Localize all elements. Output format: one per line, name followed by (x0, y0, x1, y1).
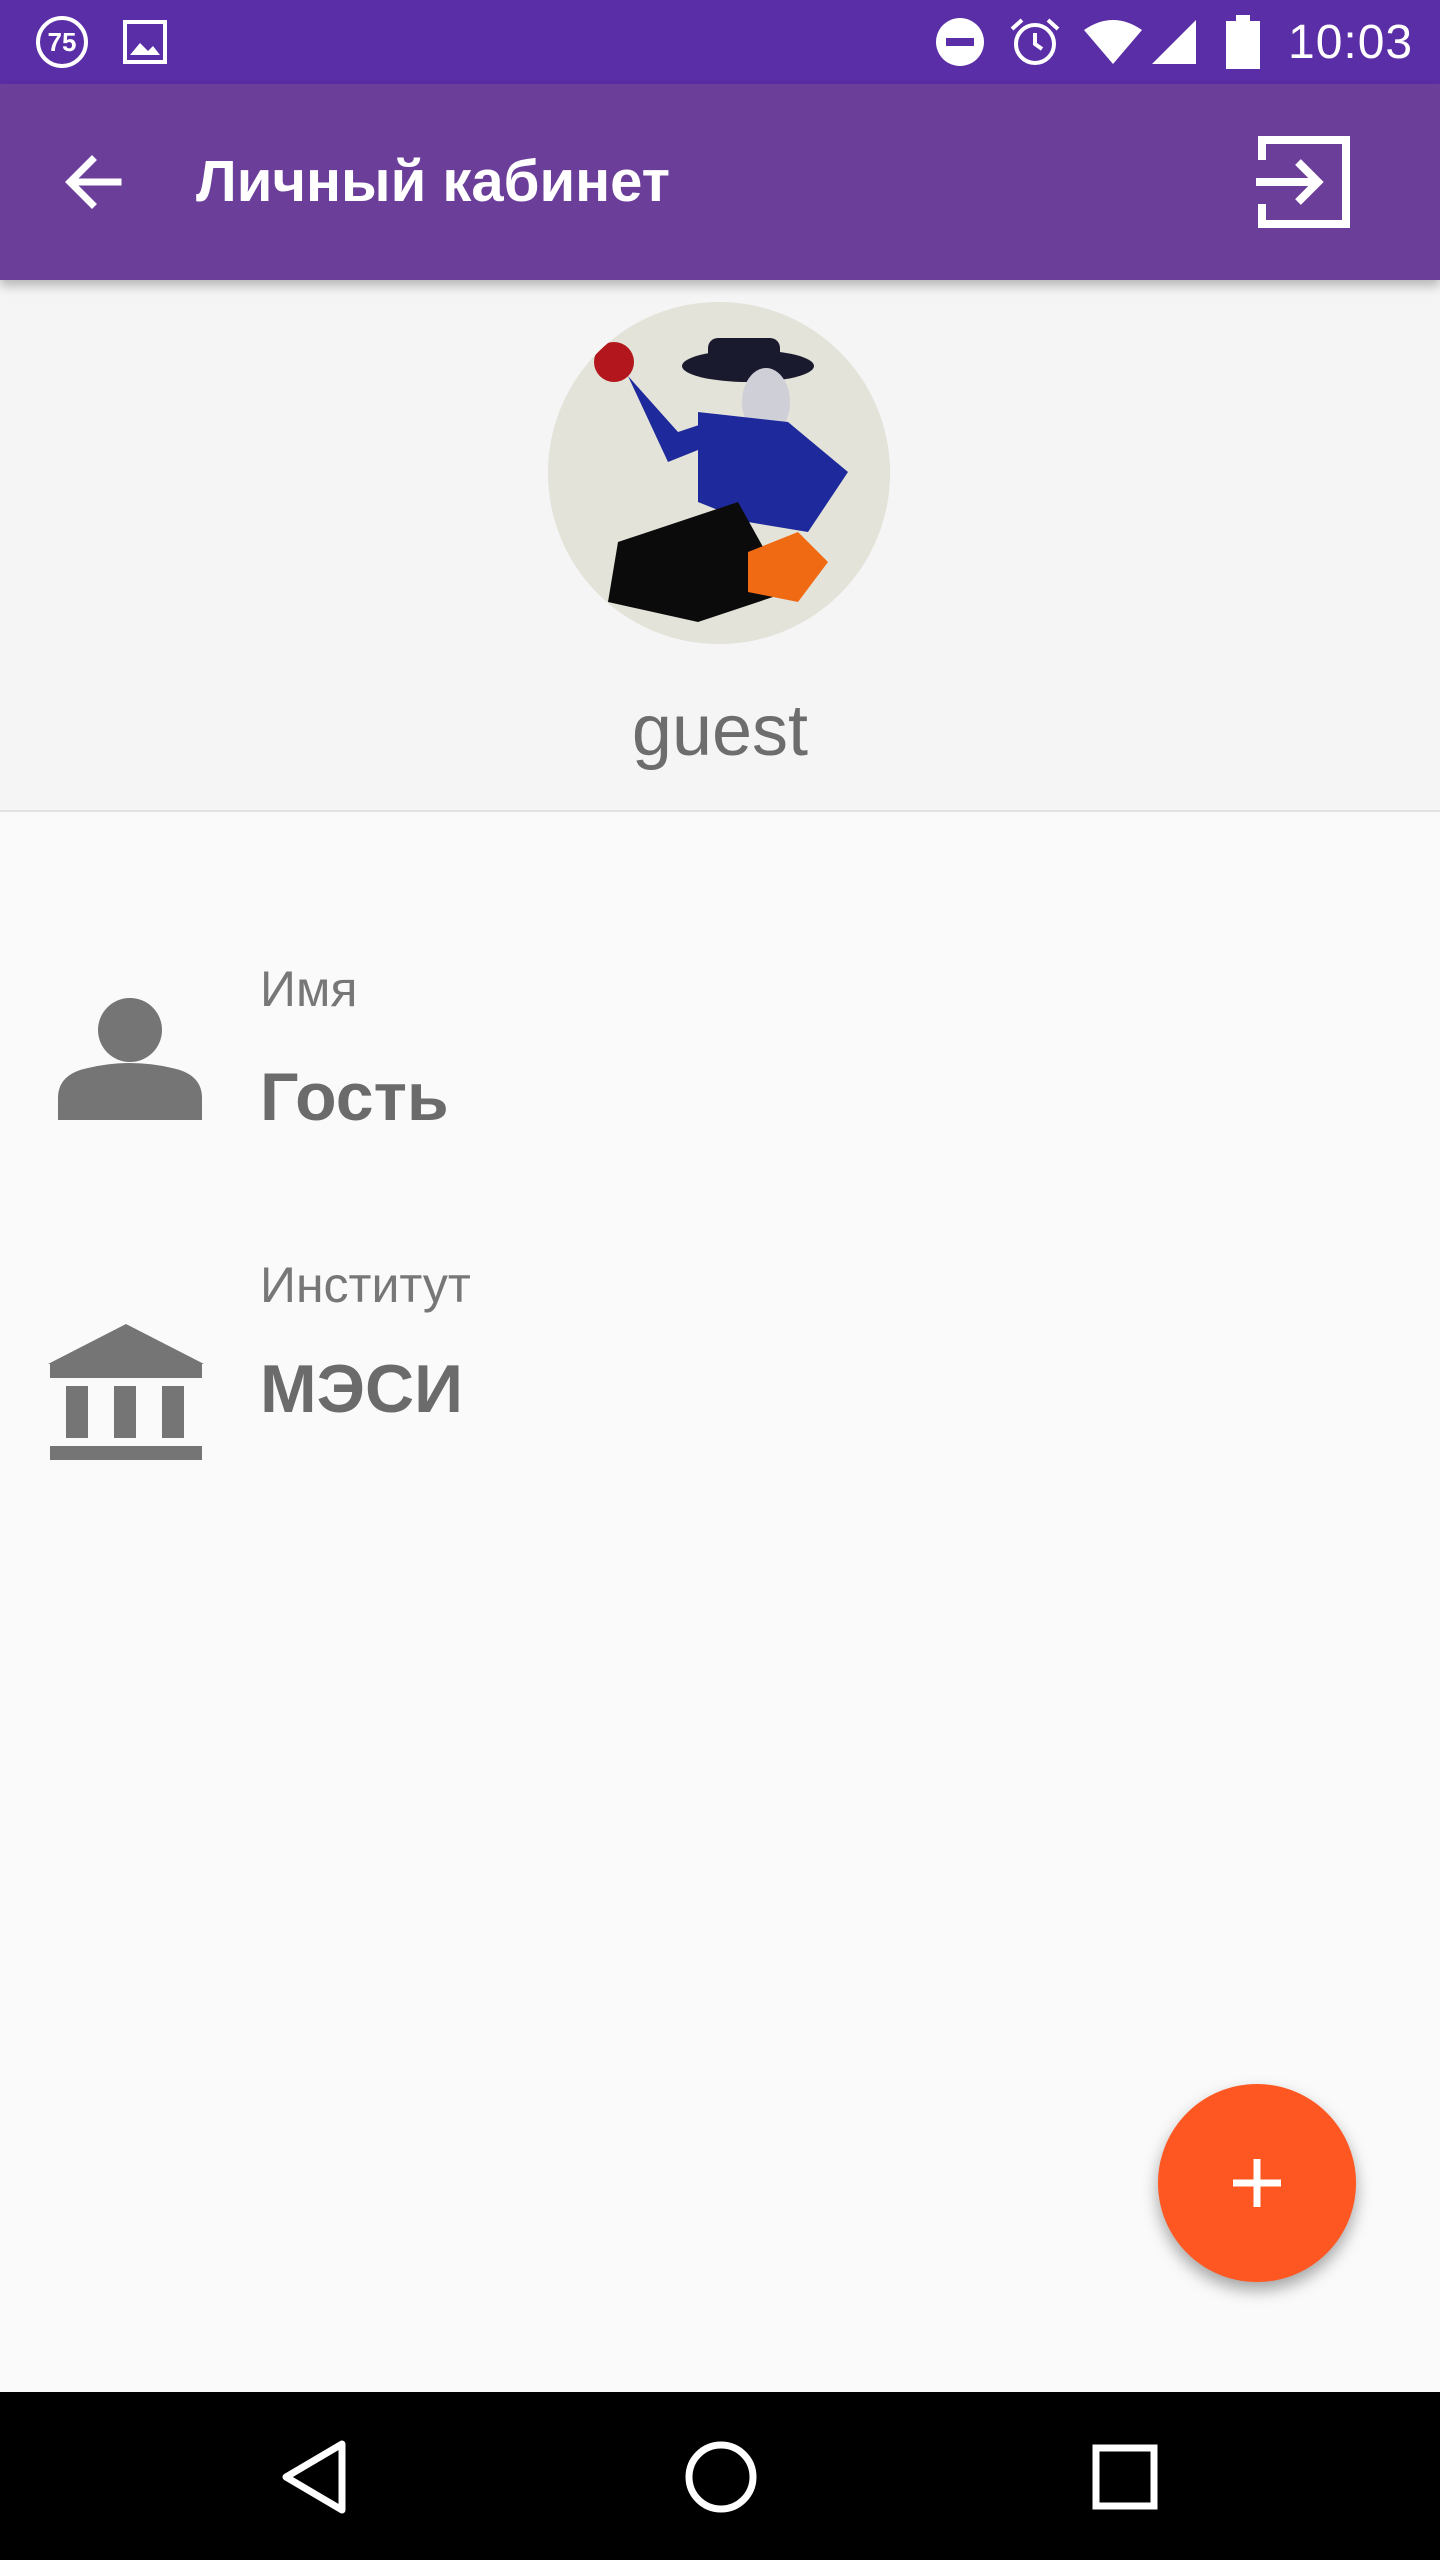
battery-icon (1226, 0, 1260, 84)
gallery-icon (122, 0, 168, 84)
do-not-disturb-icon (934, 0, 986, 84)
system-nav-bar (0, 2392, 1440, 2560)
wifi-icon (1082, 0, 1144, 84)
plus-icon (1233, 2159, 1281, 2207)
arrow-back-icon[interactable] (58, 146, 130, 218)
back-triangle-icon[interactable] (272, 2432, 362, 2522)
avatar[interactable] (548, 302, 890, 644)
username: guest (631, 691, 809, 771)
home-circle-icon[interactable] (676, 2432, 766, 2522)
institute-label: Институт (260, 1257, 471, 1313)
notification-badge: 75 (36, 0, 88, 84)
status-bar: 75 10:03 (0, 0, 1440, 84)
name-label: Имя (260, 961, 358, 1017)
add-button[interactable] (1158, 2084, 1356, 2282)
institution-icon (48, 1266, 208, 1460)
institute-value: МЭСИ (260, 1351, 464, 1427)
profile-header: guest (0, 280, 1440, 812)
name-value: Гость (260, 1059, 449, 1135)
clock: 10:03 (1288, 15, 1414, 69)
app-toolbar: Личный кабинет (0, 84, 1440, 280)
signal-icon (1150, 0, 1198, 84)
page-title: Личный кабинет (196, 149, 671, 214)
recents-square-icon[interactable] (1080, 2432, 1170, 2522)
person-icon (48, 970, 208, 1140)
alarm-icon (1008, 0, 1062, 84)
institute-field: Институт МЭСИ (0, 1236, 1440, 1460)
exit-to-app-icon[interactable] (1252, 130, 1356, 234)
name-field: Имя Гость (0, 940, 1440, 1140)
